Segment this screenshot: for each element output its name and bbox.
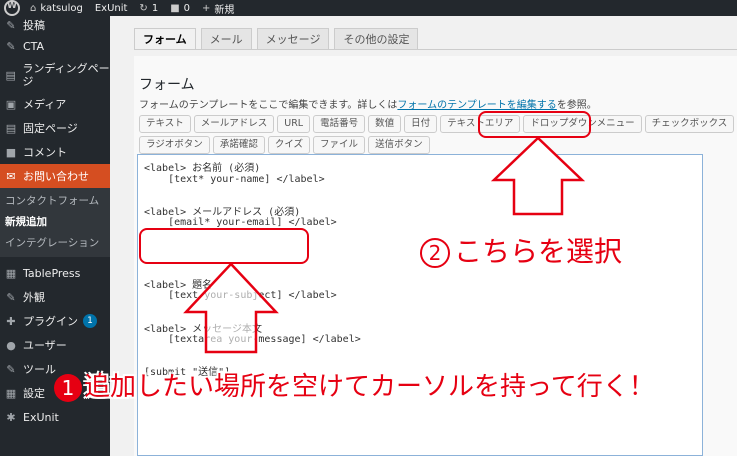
circled-number-1: 1 <box>54 373 82 402</box>
callout-place-cursor: 1 追加したい場所を空けてカーソルを持って行く！ <box>54 366 655 403</box>
circled-number-2: 2 <box>420 238 450 268</box>
up-arrow-left <box>183 262 279 354</box>
up-arrow-right <box>490 136 586 216</box>
callout-select-here: 2 こちらを選択 <box>420 230 622 270</box>
